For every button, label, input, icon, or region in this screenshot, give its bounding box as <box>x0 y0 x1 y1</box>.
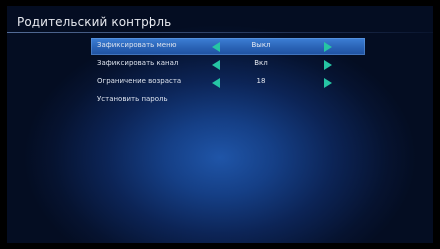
arrow-right-icon[interactable] <box>324 78 332 88</box>
menu-item-age-restriction[interactable]: Ограничение возраста 18 <box>91 74 365 91</box>
parental-control-screen: Родительский контроль Зафиксировать меню… <box>7 6 433 243</box>
menu-item-label: Зафиксировать канал <box>97 59 179 67</box>
arrow-right-icon[interactable] <box>324 42 332 52</box>
text-cursor <box>150 17 151 28</box>
arrow-right-icon[interactable] <box>324 60 332 70</box>
menu-item-set-password[interactable]: Установить пароль <box>91 92 365 109</box>
menu-item-value: Выкл <box>251 41 271 49</box>
arrow-left-icon[interactable] <box>212 78 220 88</box>
menu-item-value: 18 <box>256 77 266 85</box>
menu-item-value: Вкл <box>254 59 268 67</box>
menu-item-label: Зафиксировать меню <box>97 41 177 49</box>
arrow-left-icon[interactable] <box>212 60 220 70</box>
menu-item-lock-channel[interactable]: Зафиксировать канал Вкл <box>91 56 365 73</box>
menu-item-label: Установить пароль <box>97 95 168 103</box>
title-divider <box>7 32 433 33</box>
menu-item-lock-menu[interactable]: Зафиксировать меню Выкл <box>91 38 365 55</box>
page-title: Родительский контроль <box>17 15 172 29</box>
arrow-left-icon[interactable] <box>212 42 220 52</box>
menu-item-label: Ограничение возраста <box>97 77 182 85</box>
settings-menu: Зафиксировать меню Выкл Зафиксировать ка… <box>91 38 365 110</box>
